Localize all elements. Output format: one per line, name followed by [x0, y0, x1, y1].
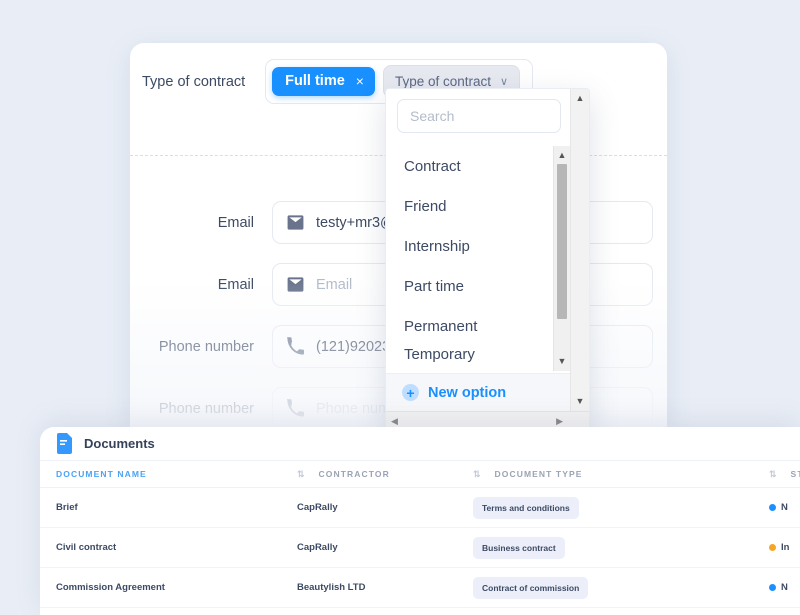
document-icon — [56, 433, 73, 454]
cell-status: In — [769, 527, 800, 568]
phone-2-label: Phone number — [158, 400, 254, 417]
cell-document-name: Commission Agreement — [40, 567, 297, 608]
chip-full-time-label: Full time — [285, 73, 345, 89]
document-type-badge: Business contract — [473, 536, 565, 559]
search-input[interactable] — [397, 99, 561, 133]
cell-contractor: CapRally — [297, 527, 473, 568]
documents-title: Documents — [84, 436, 155, 451]
cell-contractor: CapRally — [297, 487, 473, 528]
scroll-down-arrow-icon[interactable]: ▼ — [554, 357, 570, 366]
dropdown-search-wrapper — [386, 89, 572, 144]
dropdown-option-friend[interactable]: Friend — [386, 186, 572, 226]
cell-document-name: Civil contract — [40, 527, 297, 568]
scroll-left-arrow-icon[interactable]: ◀ — [391, 417, 398, 426]
type-of-contract-label: Type of contract — [142, 73, 246, 90]
documents-card: Documents DOCUMENT NAME ⇅ CONTRACTOR ⇅ D… — [40, 427, 800, 615]
dropdown-panel-vscrollbar[interactable]: ▲ ▼ — [570, 89, 589, 411]
status-dot — [769, 504, 776, 511]
documents-card-header: Documents — [40, 427, 800, 460]
plus-icon: + — [402, 384, 419, 401]
status-badge: In — [781, 542, 790, 553]
envelope-icon — [286, 275, 305, 294]
scrollbar-thumb[interactable] — [557, 164, 567, 319]
cell-document-name: Brief — [40, 487, 297, 528]
table-header-row: DOCUMENT NAME ⇅ CONTRACTOR ⇅ DOCUMENT TY… — [40, 460, 800, 488]
table-row[interactable]: Commission Agreement Beautylish LTD Cont… — [40, 567, 800, 608]
panel-scroll-up-arrow-icon[interactable]: ▲ — [571, 94, 589, 103]
status-dot — [769, 584, 776, 591]
col-document-type[interactable]: ⇅ DOCUMENT TYPE — [473, 460, 769, 488]
email-2-label: Email — [217, 276, 254, 293]
cell-document-type: Business contract — [473, 527, 769, 568]
status-dot — [769, 544, 776, 551]
chevron-down-icon: ∨ — [500, 76, 509, 88]
phone-1-label: Phone number — [158, 338, 254, 355]
dropdown-option-part-time[interactable]: Part time — [386, 266, 572, 306]
cell-status: N — [769, 567, 800, 608]
chip-full-time[interactable]: Full time × — [272, 67, 375, 96]
cell-contractor: Beautylish LTD — [297, 567, 473, 608]
cell-document-type: Contract of commission — [473, 567, 769, 608]
type-of-contract-dropdown: Contract Friend Internship Part time Per… — [385, 88, 590, 430]
col-contractor[interactable]: ⇅ CONTRACTOR — [297, 460, 473, 488]
phone-icon — [286, 337, 305, 356]
col-status[interactable]: ⇅ STA — [769, 460, 800, 488]
sort-icon[interactable]: ⇅ — [473, 469, 481, 480]
email-2-placeholder: Email — [316, 276, 353, 293]
document-type-badge: Contract of commission — [473, 576, 589, 599]
scroll-right-arrow-icon[interactable]: ▶ — [556, 417, 563, 426]
col-document-type-label: DOCUMENT TYPE — [494, 469, 583, 479]
new-option-label: New option — [428, 384, 507, 401]
col-status-label: STA — [790, 469, 800, 479]
email-1-value: testy+mr3@ — [316, 214, 395, 231]
status-badge: N — [781, 582, 788, 593]
scroll-up-arrow-icon[interactable]: ▲ — [554, 151, 570, 160]
document-type-badge: Terms and conditions — [473, 496, 579, 519]
cell-document-type: Terms and conditions — [473, 487, 769, 528]
new-option-button[interactable]: + New option — [386, 373, 572, 411]
sort-icon[interactable]: ⇅ — [769, 469, 777, 480]
envelope-icon — [286, 213, 305, 232]
dropdown-option-permanent[interactable]: Permanent — [386, 306, 572, 346]
col-document-name[interactable]: DOCUMENT NAME — [40, 460, 297, 488]
dropdown-option-contract[interactable]: Contract — [386, 146, 572, 186]
email-1-label: Email — [217, 214, 254, 231]
documents-table: DOCUMENT NAME ⇅ CONTRACTOR ⇅ DOCUMENT TY… — [40, 460, 800, 608]
dropdown-option-internship[interactable]: Internship — [386, 226, 572, 266]
dropdown-option-list[interactable]: Contract Friend Internship Part time Per… — [386, 146, 572, 371]
dropdown-list-scrollbar[interactable]: ▲ ▼ — [553, 146, 570, 371]
type-of-contract-select-label: Type of contract — [394, 74, 492, 89]
dropdown-option-temporary[interactable]: Temporary — [386, 346, 572, 371]
table-row[interactable]: Brief CapRally Terms and conditions N — [40, 487, 800, 528]
sort-icon[interactable]: ⇅ — [297, 469, 305, 480]
col-contractor-label: CONTRACTOR — [318, 469, 390, 479]
cell-status: N — [769, 487, 800, 528]
table-row[interactable]: Civil contract CapRally Business contrac… — [40, 527, 800, 568]
status-badge: N — [781, 502, 788, 513]
phone-icon — [286, 399, 305, 418]
panel-scroll-down-arrow-icon[interactable]: ▼ — [571, 397, 589, 406]
close-icon[interactable]: × — [356, 73, 364, 89]
col-document-name-label: DOCUMENT NAME — [56, 469, 147, 479]
